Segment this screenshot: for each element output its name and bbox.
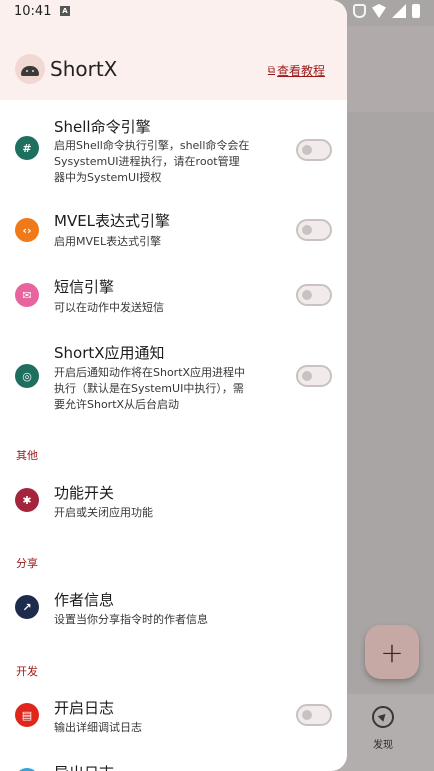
setting-title: 短信引擎	[54, 278, 115, 296]
setting-author-info[interactable]: ↗ 作者信息 设置当你分享指令时的作者信息	[0, 587, 347, 631]
enable-log-toggle[interactable]	[296, 704, 332, 726]
setting-subtitle: 开启或关闭应用功能	[54, 506, 153, 519]
add-fab-button[interactable]: +	[365, 625, 419, 679]
setting-subtitle: 设置当你分享指令时的作者信息	[54, 613, 208, 626]
setting-shortx-notification[interactable]: ◎ ShortX应用通知 开启后通知动作将在ShortX应用进程中执行（默认是在…	[0, 340, 347, 420]
section-header-other: 其他	[16, 449, 38, 462]
status-icons	[353, 4, 420, 18]
tutorial-link[interactable]: ⧉ 查看教程	[268, 62, 325, 79]
status-time: 10:41	[14, 4, 52, 19]
code-icon: ‹›	[15, 218, 39, 242]
setting-feature-toggle[interactable]: ✱ 功能开关 开启或关闭应用功能	[0, 480, 347, 524]
setting-subtitle: 启用Shell命令执行引擎，shell命令会在SysystemUI进程执行，请在…	[54, 139, 250, 184]
setting-mvel-engine[interactable]: ‹› MVEL表达式引擎 启用MVEL表达式引擎	[0, 206, 347, 256]
setting-title: ShortX应用通知	[54, 344, 165, 362]
mvel-engine-toggle[interactable]	[296, 219, 332, 241]
setting-enable-log[interactable]: ▤ 开启日志 输出详细调试日志	[0, 695, 347, 739]
setting-subtitle: 启用MVEL表达式引擎	[54, 235, 162, 248]
setting-subtitle: 输出详细调试日志	[54, 721, 142, 734]
setting-subtitle: 开启后通知动作将在ShortX应用进程中执行（默认是在SystemUI中执行），…	[54, 366, 246, 411]
nav-item-discover[interactable]: 发现	[360, 706, 406, 751]
navigation-drawer: ShortX ⧉ 查看教程 # Shell命令引擎 启用Shell命令执行引擎，…	[0, 0, 347, 771]
tutorial-link-label: 查看教程	[276, 64, 325, 78]
section-header-dev: 开发	[16, 665, 38, 678]
status-bar: 10:41 A	[0, 0, 434, 26]
setting-title: 功能开关	[54, 484, 115, 502]
setting-title: 导出日志	[54, 762, 114, 771]
compass-icon	[372, 706, 394, 728]
setting-title: 开启日志	[54, 699, 115, 717]
external-link-icon: ⧉	[267, 65, 275, 76]
wifi-icon	[372, 4, 386, 18]
whatsapp-icon: ◎	[15, 364, 39, 388]
setting-export-log[interactable]: 导出日志	[0, 756, 347, 771]
sms-icon: ✉	[15, 283, 39, 307]
nav-item-discover-label: 发现	[373, 740, 393, 751]
external-link-icon: ↗	[15, 595, 39, 619]
setting-sms-engine[interactable]: ✉ 短信引擎 可以在动作中发送短信	[0, 272, 347, 322]
mute-bell-icon	[353, 4, 366, 18]
setting-shell-engine[interactable]: # Shell命令引擎 启用Shell命令执行引擎，shell命令会在Sysys…	[0, 112, 347, 192]
log-icon: ▤	[15, 703, 39, 727]
setting-subtitle: 可以在动作中发送短信	[54, 301, 164, 314]
signal-icon	[392, 4, 406, 18]
shortx-notification-toggle[interactable]	[296, 365, 332, 387]
shell-engine-toggle[interactable]	[296, 139, 332, 161]
section-header-share: 分享	[16, 557, 38, 570]
android-app-icon	[15, 54, 45, 84]
app-title: ShortX	[50, 57, 118, 81]
sms-engine-toggle[interactable]	[296, 284, 332, 306]
notification-a-icon: A	[60, 6, 70, 16]
setting-title: MVEL表达式引擎	[54, 212, 171, 230]
puzzle-icon: ✱	[15, 488, 39, 512]
battery-icon	[412, 4, 420, 18]
hash-icon: #	[15, 136, 39, 160]
setting-title: 作者信息	[54, 591, 115, 609]
setting-title: Shell命令引擎	[54, 118, 151, 136]
